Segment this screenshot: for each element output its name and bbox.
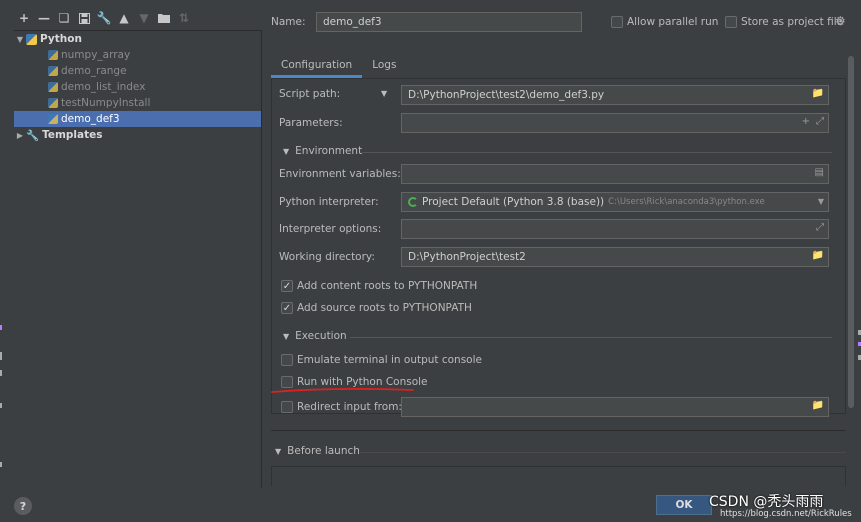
environment-section-label: Environment — [295, 145, 363, 157]
allow-parallel-label: Allow parallel run — [627, 16, 719, 28]
folder-icon[interactable]: 📁 — [812, 250, 824, 261]
tree-item-testnumpyinstall[interactable]: testNumpyInstall — [14, 95, 261, 111]
working-dir-label: Working directory: — [279, 251, 375, 263]
tree-item-demo-range[interactable]: demo_range — [14, 63, 261, 79]
execution-section[interactable]: ▼ Execution — [283, 330, 347, 342]
execution-section-label: Execution — [295, 330, 347, 342]
tree-item-label: numpy_array — [61, 49, 131, 61]
content-roots-checkbox[interactable]: ✓ — [281, 280, 293, 292]
tab-configuration[interactable]: Configuration — [271, 54, 363, 78]
working-dir-input[interactable]: D:\PythonProject\test2 📁 — [401, 247, 829, 267]
divider — [360, 452, 846, 453]
vertical-scrollbar[interactable] — [848, 56, 854, 408]
divider — [271, 430, 846, 431]
config-tabs: Configuration Logs — [271, 54, 406, 78]
tree-item-numpy-array[interactable]: numpy_array — [14, 47, 261, 63]
python-file-icon — [48, 98, 58, 108]
document-icon[interactable]: ▤ — [815, 167, 824, 178]
ok-button[interactable]: OK — [656, 495, 712, 515]
folder-icon[interactable]: 📁 — [812, 88, 824, 99]
tree-item-demo-def3[interactable]: demo_def3 — [14, 111, 261, 127]
before-launch-label: Before launch — [287, 445, 360, 457]
script-type-dropdown-icon[interactable]: ▼ — [381, 89, 387, 98]
tree-item-label: demo_range — [61, 65, 127, 77]
expand-icon[interactable]: ⤢ — [816, 116, 824, 127]
interpreter-select[interactable]: Project Default (Python 3.8 (base)) C:\U… — [401, 192, 829, 212]
watermark: CSDN @秃头雨雨 — [709, 494, 824, 510]
source-roots-label: Add source roots to PYTHONPATH — [297, 302, 472, 314]
parameters-label: Parameters: — [279, 117, 343, 129]
divider — [362, 152, 832, 153]
parameters-input[interactable]: + ⤢ — [401, 113, 829, 133]
working-dir-value: D:\PythonProject\test2 — [408, 251, 526, 263]
script-path-input[interactable]: D:\PythonProject\test2\demo_def3.py 📁 — [401, 85, 829, 105]
folder-icon[interactable]: 📁 — [812, 400, 824, 411]
add-icon[interactable]: + — [802, 116, 810, 127]
interp-options-input[interactable]: ⤢ — [401, 219, 829, 239]
chevron-right-icon[interactable]: ▶ — [14, 131, 26, 140]
env-vars-label: Environment variables: — [279, 168, 401, 180]
gear-icon[interactable]: ⚙ — [835, 14, 846, 28]
python-file-icon — [48, 82, 58, 92]
tab-logs[interactable]: Logs — [362, 54, 406, 78]
before-launch-list — [271, 466, 846, 486]
tree-item-demo-list-index[interactable]: demo_list_index — [14, 79, 261, 95]
store-project-checkbox[interactable] — [725, 16, 737, 28]
content-roots-label: Add content roots to PYTHONPATH — [297, 280, 478, 292]
name-input[interactable]: demo_def3 — [316, 12, 582, 32]
watermark-url: https://blog.csdn.net/RickRules — [720, 509, 852, 519]
help-button[interactable]: ? — [14, 497, 32, 515]
remove-icon[interactable]: — — [34, 8, 54, 28]
allow-parallel-checkbox[interactable] — [611, 16, 623, 28]
move-down-icon[interactable]: ▼ — [134, 8, 154, 28]
wrench-icon[interactable]: 🔧 — [94, 8, 114, 28]
interpreter-label: Python interpreter: — [279, 196, 379, 208]
before-launch-section[interactable]: ▼ Before launch — [275, 445, 360, 457]
python-file-icon — [48, 50, 58, 60]
tree-item-label: testNumpyInstall — [61, 97, 151, 109]
tree-group-label: Templates — [42, 129, 103, 141]
save-icon[interactable] — [74, 8, 94, 28]
interpreter-value: Project Default (Python 3.8 (base)) — [422, 196, 605, 208]
sort-icon[interactable]: ⇅ — [174, 8, 194, 28]
redirect-input-label: Redirect input from: — [297, 401, 402, 413]
script-path-value: D:\PythonProject\test2\demo_def3.py — [408, 89, 605, 101]
source-roots-checkbox[interactable]: ✓ — [281, 302, 293, 314]
tree-toolbar: + — ❏ 🔧 ▲ ▼ ⇅ — [14, 8, 194, 28]
tree-group-templates[interactable]: ▶ 🔧 Templates — [14, 127, 261, 143]
interpreter-path: C:\Users\Rick\anaconda3\python.exe — [608, 197, 765, 207]
emulate-terminal-checkbox[interactable] — [281, 354, 293, 366]
redirect-input-field[interactable]: 📁 — [401, 397, 829, 417]
divider — [350, 337, 832, 338]
copy-icon[interactable]: ❏ — [54, 8, 74, 28]
tree-item-label: demo_def3 — [61, 113, 120, 125]
emulate-terminal-label: Emulate terminal in output console — [297, 354, 482, 366]
python-icon — [26, 33, 37, 45]
tree-group-python[interactable]: ▼ Python — [14, 31, 261, 47]
python-file-icon — [48, 66, 58, 76]
move-up-icon[interactable]: ▲ — [114, 8, 134, 28]
chevron-down-icon: ▼ — [275, 447, 282, 456]
environment-section[interactable]: ▼ Environment — [283, 145, 362, 157]
chevron-down-icon: ▼ — [283, 332, 290, 341]
add-icon[interactable]: + — [14, 8, 34, 28]
env-vars-input[interactable]: ▤ — [401, 164, 829, 184]
python-file-icon — [48, 114, 58, 124]
folder-icon[interactable] — [154, 8, 174, 28]
tree-group-label: Python — [40, 33, 82, 45]
interp-options-label: Interpreter options: — [279, 223, 382, 235]
interpreter-loading-icon — [408, 197, 418, 207]
config-tree: ▼ Python numpy_array demo_range demo_lis… — [14, 30, 262, 488]
script-path-label: Script path: — [279, 88, 341, 100]
tree-item-label: demo_list_index — [61, 81, 146, 93]
wrench-icon: 🔧 — [26, 129, 40, 142]
name-label: Name: — [271, 16, 306, 28]
store-project-label: Store as project file — [741, 16, 844, 28]
expand-icon[interactable]: ⤢ — [816, 222, 824, 233]
chevron-down-icon: ▼ — [283, 147, 290, 156]
red-underline-annotation — [271, 388, 414, 393]
chevron-down-icon[interactable]: ▼ — [818, 197, 824, 206]
redirect-input-checkbox[interactable] — [281, 401, 293, 413]
chevron-down-icon[interactable]: ▼ — [14, 35, 26, 44]
